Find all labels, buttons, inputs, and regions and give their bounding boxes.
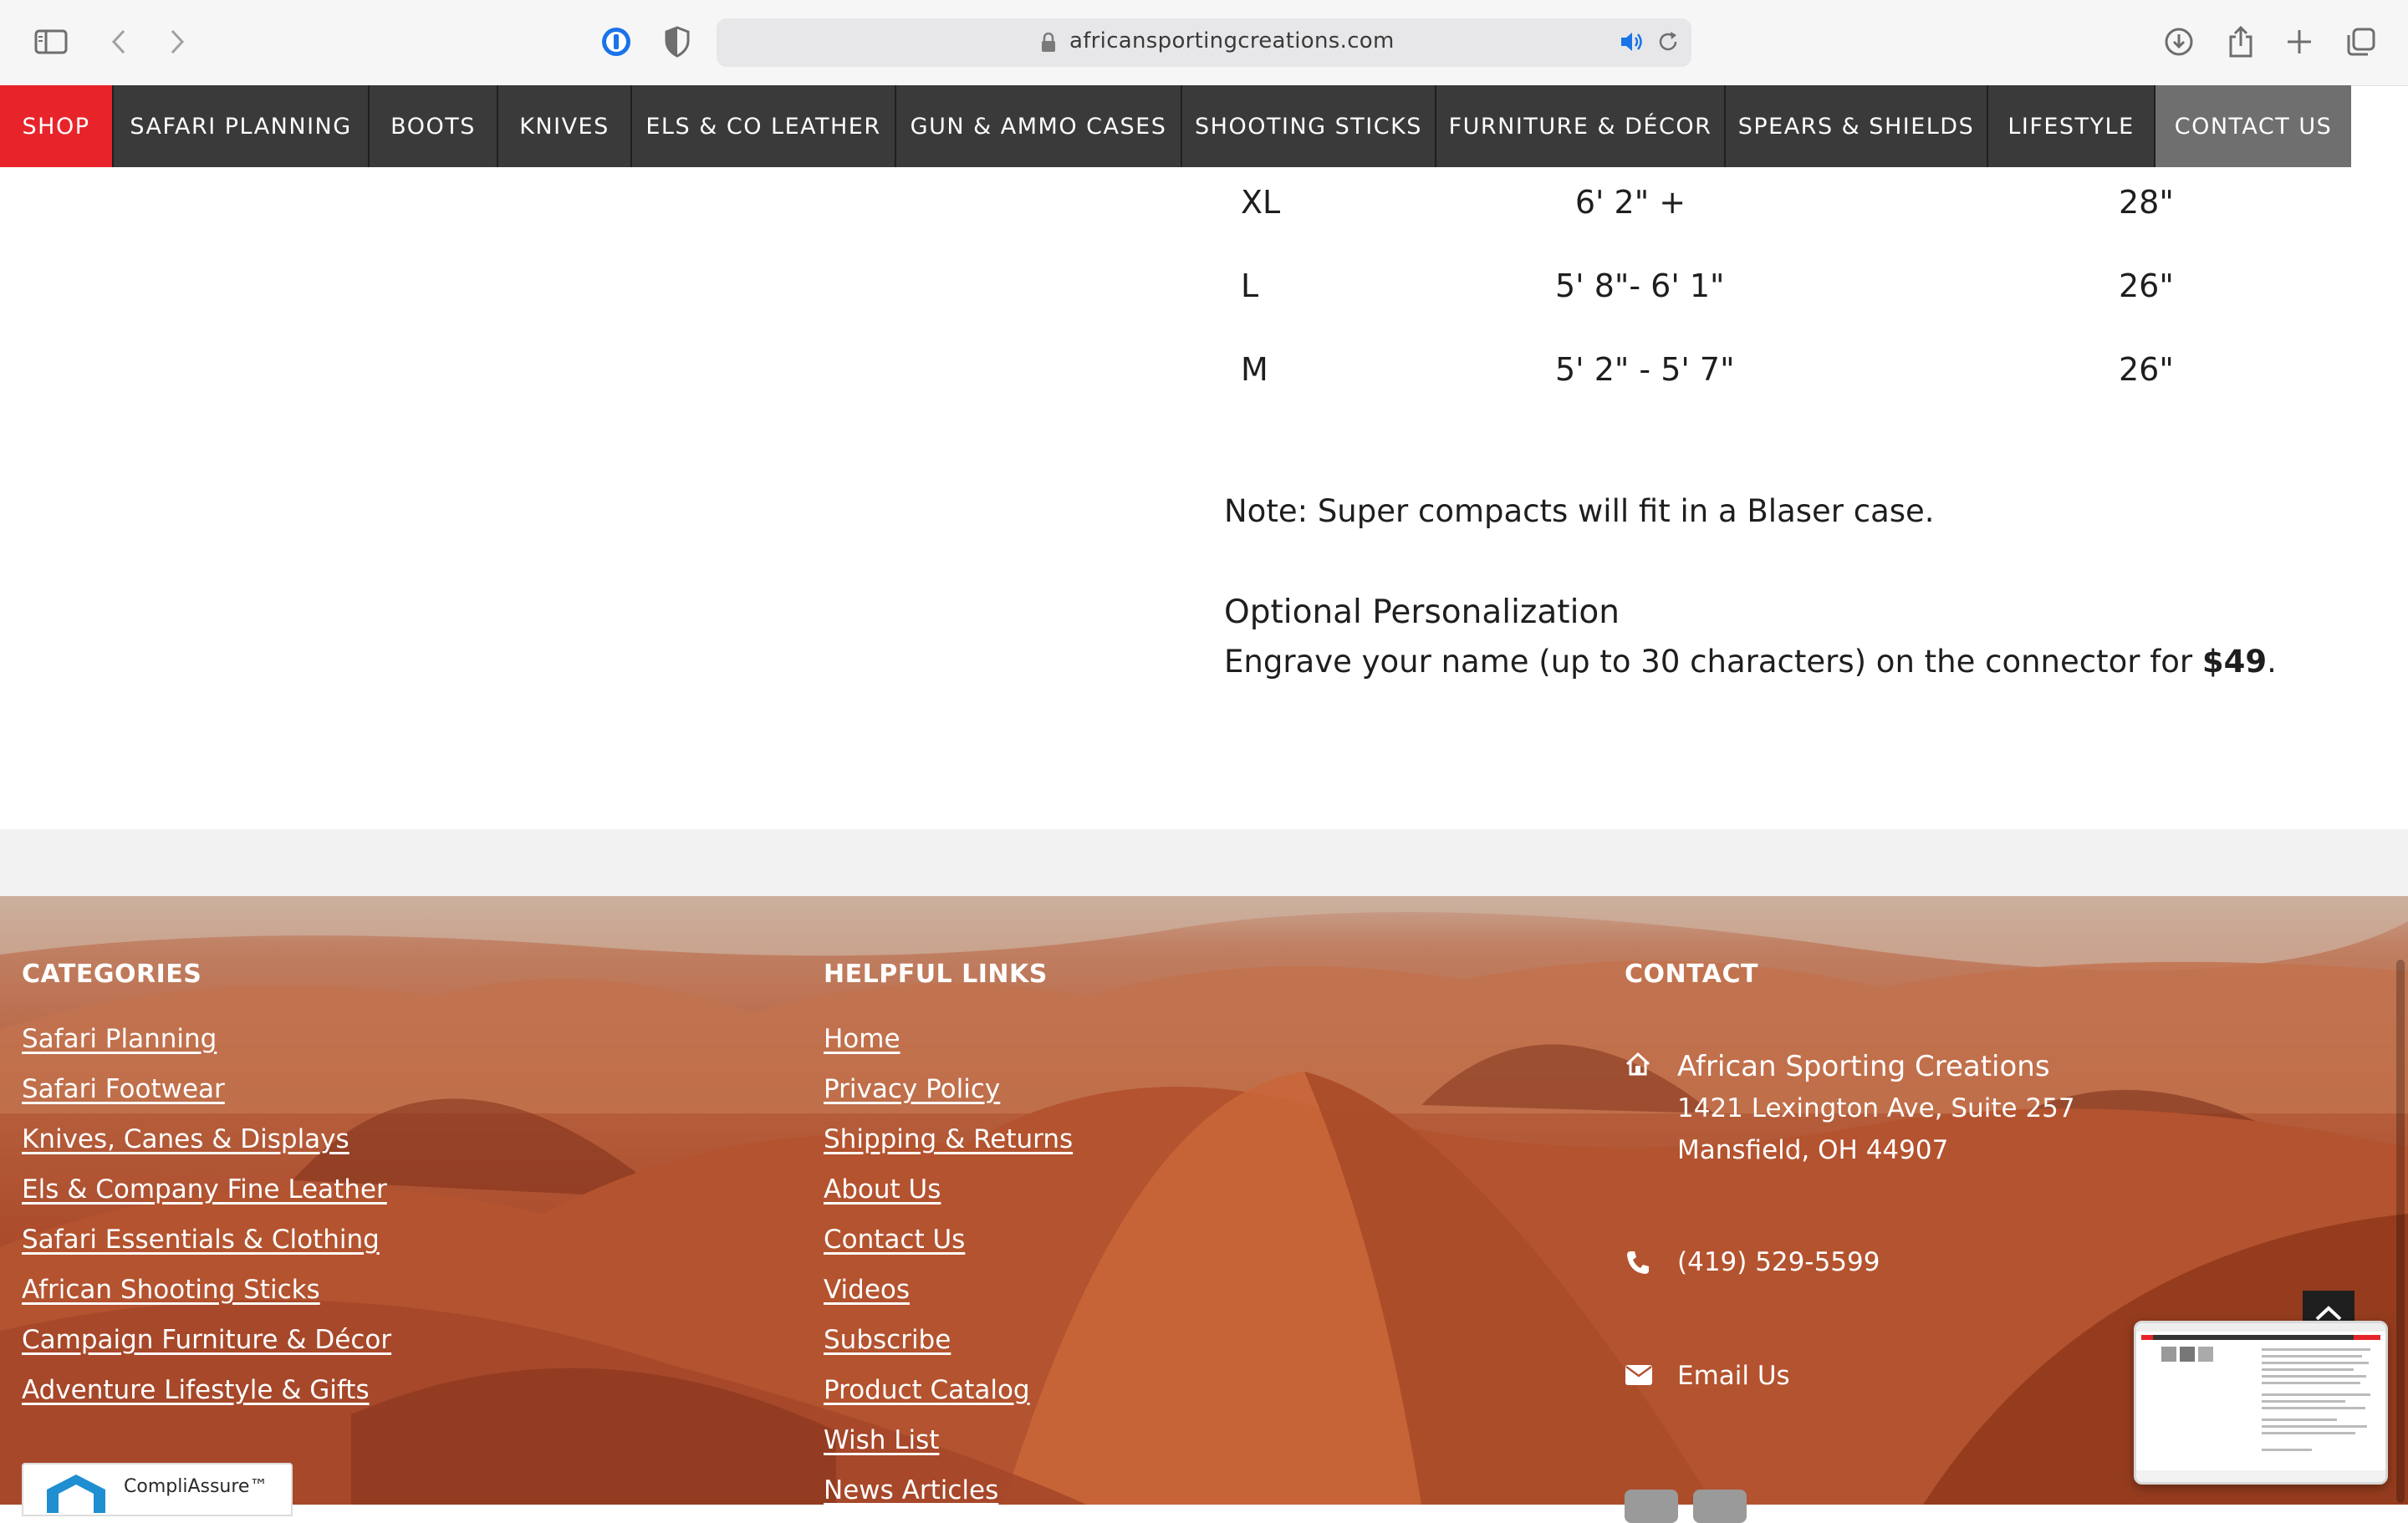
nav-spears-shields[interactable]: SPEARS & SHIELDS xyxy=(1726,85,1988,167)
size-label: M xyxy=(1241,351,1268,388)
footer-link-wish-list[interactable]: Wish List xyxy=(824,1415,1073,1465)
size-row: L 5' 8"- 6' 1" 26" xyxy=(0,267,2408,318)
nav-safari-planning[interactable]: SAFARI PLANNING xyxy=(114,85,370,167)
back-icon[interactable] xyxy=(99,22,139,62)
compliassure-logo-icon xyxy=(38,1471,114,1516)
footer-link-about-us[interactable]: About Us xyxy=(824,1164,1073,1215)
nav-gun-ammo-cases[interactable]: GUN & AMMO CASES xyxy=(896,85,1182,167)
tabs-overview-icon[interactable] xyxy=(2341,22,2381,62)
footer-contact: CONTACT xyxy=(1625,960,1758,1014)
speaker-icon[interactable] xyxy=(1620,30,1645,53)
size-height: 5' 8"- 6' 1" xyxy=(1555,267,1725,304)
pinterest-icon[interactable] xyxy=(1693,1490,1747,1523)
footer-link-campaign-furniture[interactable]: Campaign Furniture & Décor xyxy=(22,1315,391,1365)
size-length: 26" xyxy=(2119,267,2174,304)
footer-link-safari-essentials[interactable]: Safari Essentials & Clothing xyxy=(22,1215,391,1265)
personalization-suffix: . xyxy=(2267,644,2277,680)
product-description: XL 6' 2" + 28" L 5' 8"- 6' 1" 26" M 5' 2… xyxy=(0,167,2408,829)
case-note: Note: Super compacts will fit in a Blase… xyxy=(1224,493,1935,529)
sidebar-icon[interactable] xyxy=(31,22,71,62)
reload-icon[interactable] xyxy=(1656,30,1680,53)
footer-link-shipping-returns[interactable]: Shipping & Returns xyxy=(824,1114,1073,1164)
footer-helpful-links: HELPFUL LINKS Home Privacy Policy Shippi… xyxy=(824,960,1073,1505)
footer-link-knives-canes-displays[interactable]: Knives, Canes & Displays xyxy=(22,1114,391,1164)
footer-link-shooting-sticks[interactable]: African Shooting Sticks xyxy=(22,1265,391,1315)
email-link[interactable]: Email Us xyxy=(1677,1361,1790,1391)
nav-contact-us[interactable]: CONTACT US xyxy=(2155,85,2351,167)
phone-icon xyxy=(1625,1249,1651,1279)
thumbnail-preview xyxy=(2136,1323,2385,1482)
phone-link[interactable]: (419) 529-5599 xyxy=(1677,1247,1880,1277)
screenshot-thumbnail[interactable] xyxy=(2134,1321,2388,1485)
nav-shooting-sticks[interactable]: SHOOTING STICKS xyxy=(1182,85,1436,167)
size-length: 28" xyxy=(2119,184,2174,221)
personalization-title: Optional Personalization xyxy=(1224,593,1620,631)
personalization-price: $49 xyxy=(2201,644,2268,680)
home-icon xyxy=(1625,1052,1651,1080)
footer-link-subscribe[interactable]: Subscribe xyxy=(824,1315,1073,1365)
footer-categories: CATEGORIES Safari Planning Safari Footwe… xyxy=(22,960,391,1415)
footer-link-safari-footwear[interactable]: Safari Footwear xyxy=(22,1064,391,1114)
facebook-icon[interactable] xyxy=(1625,1490,1678,1523)
size-row: M 5' 2" - 5' 7" 26" xyxy=(0,351,2408,401)
company-name: African Sporting Creations xyxy=(1677,1050,2050,1083)
forward-icon[interactable] xyxy=(157,22,197,62)
footer-link-home[interactable]: Home xyxy=(824,1014,1073,1064)
page-scrollbar[interactable] xyxy=(2396,960,2405,1503)
address-bar[interactable]: africansportingcreations.com xyxy=(717,18,1691,67)
footer-link-privacy-policy[interactable]: Privacy Policy xyxy=(824,1064,1073,1114)
footer-link-contact-us[interactable]: Contact Us xyxy=(824,1215,1073,1265)
nav-lifestyle[interactable]: LIFESTYLE xyxy=(1988,85,2155,167)
nav-boots[interactable]: BOOTS xyxy=(370,85,498,167)
compliassure-badge[interactable]: CompliAssure™ xyxy=(22,1463,293,1516)
nav-els-co-leather[interactable]: ELS & CO LEATHER xyxy=(632,85,896,167)
footer-link-videos[interactable]: Videos xyxy=(824,1265,1073,1315)
address-line-1: 1421 Lexington Ave, Suite 257 xyxy=(1677,1093,2075,1123)
footer-link-safari-planning[interactable]: Safari Planning xyxy=(22,1014,391,1064)
size-label: L xyxy=(1241,267,1259,304)
lock-icon xyxy=(1041,33,1056,53)
contact-heading: CONTACT xyxy=(1625,960,1758,989)
site-footer: CATEGORIES Safari Planning Safari Footwe… xyxy=(0,896,2408,1505)
categories-heading: CATEGORIES xyxy=(22,960,202,989)
size-height: 6' 2" + xyxy=(1574,184,1686,221)
share-icon[interactable] xyxy=(2221,22,2261,62)
size-height: 5' 2" - 5' 7" xyxy=(1555,351,1735,388)
compliassure-label: CompliAssure™ xyxy=(124,1476,268,1497)
download-icon[interactable] xyxy=(2159,22,2199,62)
helpful-links-heading: HELPFUL LINKS xyxy=(824,960,1048,989)
shield-icon[interactable] xyxy=(657,22,697,62)
chevron-up-icon xyxy=(2315,1306,2342,1321)
new-tab-icon[interactable] xyxy=(2279,22,2319,62)
nav-shop[interactable]: SHOP xyxy=(0,85,114,167)
personalization-prefix: Engrave your name (up to 30 characters) … xyxy=(1224,644,2202,680)
password-icon[interactable] xyxy=(596,22,636,62)
nav-furniture-decor[interactable]: FURNITURE & DÉCOR xyxy=(1436,85,1726,167)
main-nav: SHOP SAFARI PLANNING BOOTS KNIVES ELS & … xyxy=(0,85,2351,167)
size-label: XL xyxy=(1241,184,1281,221)
footer-link-news-articles[interactable]: News Articles xyxy=(824,1465,1073,1505)
address-line-2: Mansfield, OH 44907 xyxy=(1677,1135,1949,1165)
personalization-text: Engrave your name (up to 30 characters) … xyxy=(1224,644,2277,680)
footer-link-adventure-lifestyle[interactable]: Adventure Lifestyle & Gifts xyxy=(22,1365,391,1415)
browser-toolbar: africansportingcreations.com xyxy=(0,0,2408,86)
nav-knives[interactable]: KNIVES xyxy=(498,85,632,167)
size-row: XL 6' 2" + 28" xyxy=(0,184,2408,234)
url-text: africansportingcreations.com xyxy=(1069,28,1395,53)
footer-link-els-company-leather[interactable]: Els & Company Fine Leather xyxy=(22,1164,391,1215)
size-length: 26" xyxy=(2119,351,2174,388)
footer-link-product-catalog[interactable]: Product Catalog xyxy=(824,1365,1073,1415)
section-divider xyxy=(0,829,2408,896)
email-icon xyxy=(1625,1364,1653,1389)
